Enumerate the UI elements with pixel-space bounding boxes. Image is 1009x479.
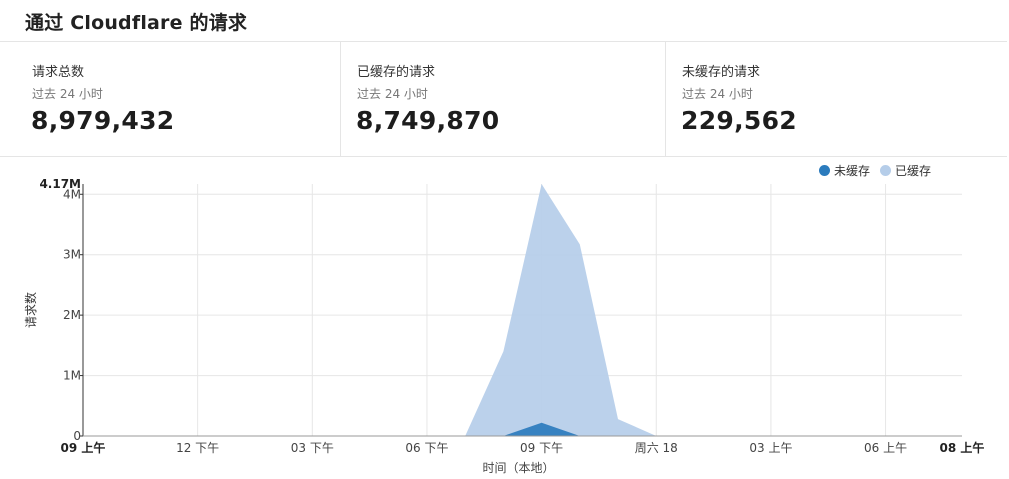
chart-legend: 未缓存 已缓存 — [819, 162, 941, 179]
x-axis-title: 时间（本地） — [482, 461, 554, 475]
legend-item-cached[interactable]: 已缓存 — [880, 162, 931, 179]
y-axis-title: 请求数 — [23, 292, 38, 328]
stat-total-requests: 请求总数 过去 24 小时 8,979,432 — [0, 42, 340, 156]
x-tick-label: 03 下午 — [291, 441, 334, 455]
requests-chart: 4.17M 0 1M 2M 3M 4M 09 上午 12 下午 03 下午 06 下午 09 下午周… — [0, 156, 1009, 479]
stat-cached-requests: 已缓存的请求 过去 24 小时 8,749,870 — [340, 42, 665, 156]
legend-swatch-cached — [880, 165, 892, 176]
y-tick-label: 3M — [63, 248, 81, 262]
stat-period: 过去 24 小时 — [682, 87, 753, 101]
stat-value: 8,979,432 — [31, 106, 175, 135]
chart-canvas: 4.17M01M2M3M4M09 上午 12 下午 03 下午 06 下午 09 下午周… — [23, 177, 985, 475]
legend-item-uncached[interactable]: 未缓存 — [819, 162, 870, 179]
legend-label: 已缓存 — [895, 164, 932, 178]
x-tick-label: 12 下午 — [176, 441, 219, 455]
y-tick-label: 4M — [63, 187, 81, 201]
y-tick-label: 1M — [63, 369, 81, 383]
stat-uncached-requests: 未缓存的请求 过去 24 小时 229,562 — [665, 42, 1007, 156]
x-tick-label: 09 上午 — [61, 440, 106, 455]
stat-label: 已缓存的请求 — [357, 65, 436, 80]
series-area-cached — [83, 184, 962, 436]
x-tick-label: 09 下午 — [520, 441, 563, 455]
stat-period: 过去 24 小时 — [357, 87, 428, 101]
stat-label: 请求总数 — [32, 65, 85, 80]
x-tick-label: 03 上午 — [749, 441, 792, 455]
stats-panel: 请求总数 过去 24 小时 8,979,432 已缓存的请求 过去 24 小时 … — [0, 41, 1007, 157]
stat-period: 过去 24 小时 — [32, 87, 103, 101]
x-tick-label: 06 上午 — [864, 441, 907, 455]
stat-value: 8,749,870 — [356, 106, 500, 135]
page-title: 通过 Cloudflare 的请求 — [25, 12, 248, 34]
stat-label: 未缓存的请求 — [682, 65, 761, 80]
legend-swatch-uncached — [819, 165, 830, 176]
legend-label: 未缓存 — [834, 164, 871, 178]
x-tick-label: 06 下午 — [405, 441, 448, 455]
x-tick-label: 周六 18 — [635, 441, 678, 455]
x-tick-label: 08 上午 — [940, 440, 985, 455]
y-tick-label: 2M — [63, 308, 81, 322]
stat-value: 229,562 — [681, 106, 797, 135]
